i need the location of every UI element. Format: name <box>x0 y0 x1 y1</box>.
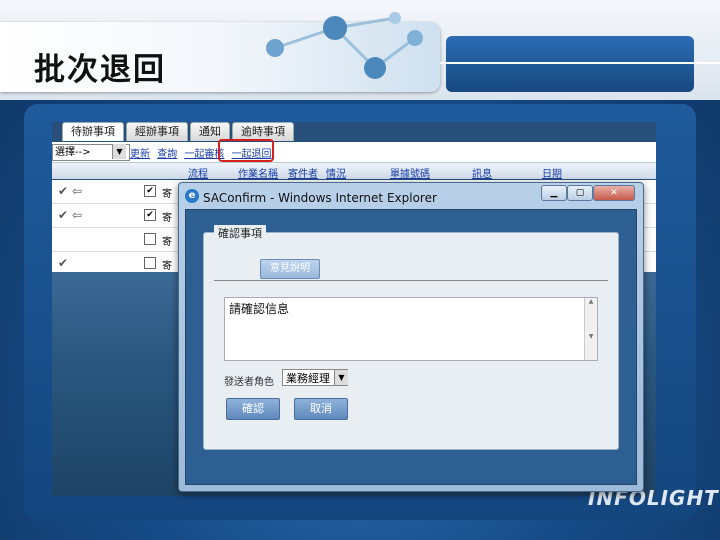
close-icon[interactable]: ✕ <box>593 185 635 201</box>
dialog-body: 確認事項 意見說明 請確認信息 ▲ ▼ 發送者角色 業務經理 ▼ 確認 取消 <box>185 209 637 485</box>
header-date[interactable]: 日期 <box>542 165 562 180</box>
fieldset-legend: 確認事項 <box>214 225 266 241</box>
confirm-dialog: e SAConfirm - Windows Internet Explorer … <box>178 182 644 492</box>
message-textarea[interactable]: 請確認信息 ▲ ▼ <box>224 297 598 361</box>
confirm-fieldset: 確認事項 意見說明 請確認信息 ▲ ▼ 發送者角色 業務經理 ▼ 確認 取消 <box>203 225 619 450</box>
row-text: 寄 <box>162 237 172 248</box>
header-status[interactable]: 情況 <box>326 165 346 180</box>
highlight-box <box>218 139 274 162</box>
refresh-link[interactable]: 更新 <box>130 149 150 160</box>
scrollbar[interactable]: ▲ ▼ <box>584 298 597 360</box>
divider <box>214 280 608 281</box>
row-checkbox[interactable]: ✔ <box>144 185 156 197</box>
header-sender[interactable]: 寄件者 <box>288 165 318 180</box>
row-checkbox[interactable] <box>144 257 156 269</box>
header-flow[interactable]: 流程 <box>188 165 208 180</box>
chevron-down-icon[interactable]: ▼ <box>334 370 348 385</box>
ie-icon: e <box>185 189 199 203</box>
molecule-decoration <box>266 12 423 79</box>
row-text: 寄 <box>162 261 172 272</box>
approve-icon[interactable]: ✔ ⇦ <box>58 184 82 198</box>
header-line <box>440 62 720 64</box>
grid-header: 流程 作業名稱 寄件者 情況 單據號碼 訊息 日期 <box>52 163 656 180</box>
dialog-title: SAConfirm - Windows Internet Explorer <box>203 191 437 205</box>
header-blue-bar <box>446 36 694 92</box>
maximize-icon[interactable]: ▢ <box>567 185 593 201</box>
query-link[interactable]: 查詢 <box>157 149 177 160</box>
row-text: 寄 <box>162 213 172 224</box>
tab-todo[interactable]: 待辦事項 <box>62 122 124 141</box>
tab-opinion[interactable]: 意見說明 <box>260 259 320 279</box>
approve-icon[interactable]: ✔ ⇦ <box>58 208 82 222</box>
header-task-name[interactable]: 作業名稱 <box>238 165 278 180</box>
cancel-button[interactable]: 取消 <box>294 398 348 420</box>
tab-handled[interactable]: 經辦事項 <box>126 122 188 141</box>
minimize-icon[interactable]: ▁ <box>541 185 567 201</box>
header-doc-number[interactable]: 單據號碼 <box>390 165 430 180</box>
header-message[interactable]: 訊息 <box>472 165 492 180</box>
row-checkbox[interactable]: ✔ <box>144 209 156 221</box>
toolbar: 選擇--> ▼ 更新 查詢 一起審核 一起退回 <box>52 142 656 163</box>
confirm-button[interactable]: 確認 <box>226 398 280 420</box>
approve-icon[interactable]: ✔ <box>58 256 68 270</box>
row-checkbox[interactable] <box>144 233 156 245</box>
row-text: 寄 <box>162 189 172 200</box>
chevron-down-icon[interactable]: ▼ <box>112 144 126 159</box>
message-text: 請確認信息 <box>229 302 290 316</box>
slide-title: 批次退回 <box>34 52 166 88</box>
role-label: 發送者角色 <box>224 377 274 388</box>
